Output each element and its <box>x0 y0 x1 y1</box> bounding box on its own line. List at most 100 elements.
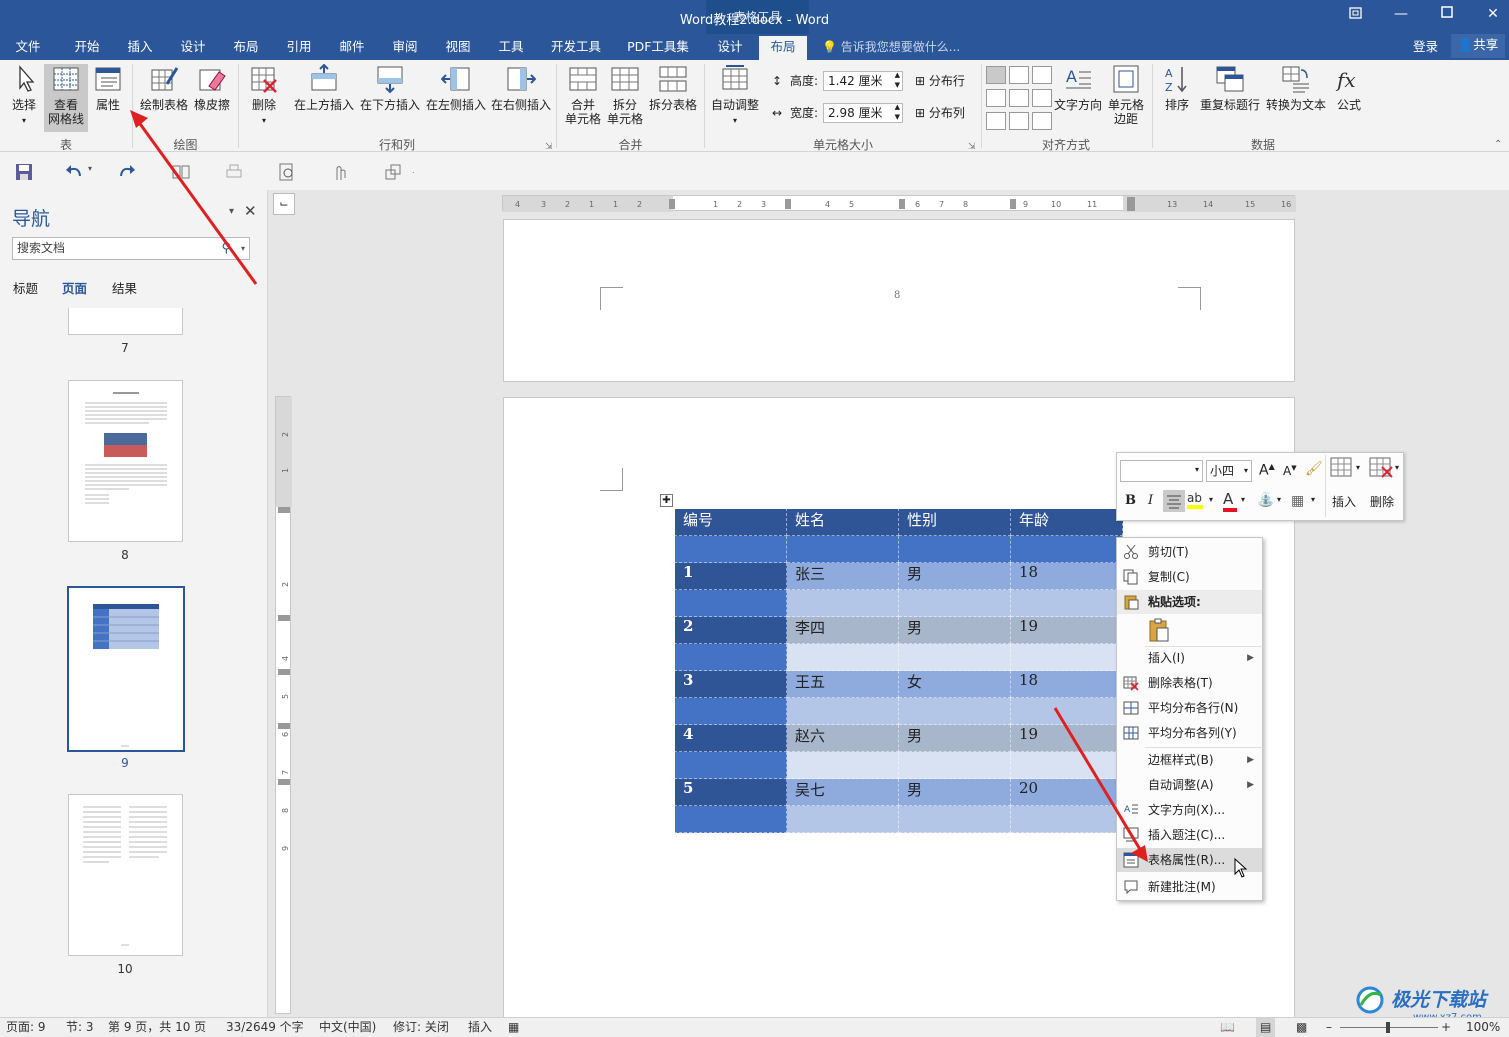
table-header-cell[interactable]: 姓名 <box>786 508 899 536</box>
tab-home[interactable]: 开始 <box>66 36 108 60</box>
macro-icon[interactable]: ▦ <box>508 1018 519 1037</box>
table-cell[interactable]: 19 <box>1010 724 1123 752</box>
distribute-cols-button[interactable]: ⊞ 分布列 <box>915 104 965 122</box>
borders-icon[interactable]: ▦ <box>1291 493 1304 509</box>
status-page[interactable]: 页面: 9 <box>6 1018 46 1037</box>
mini-delete-label[interactable]: 删除 <box>1365 493 1399 510</box>
nav-tab-results[interactable]: 结果 <box>112 278 137 297</box>
repeat-header-button[interactable]: 重复标题行 <box>1198 64 1262 112</box>
redo-icon[interactable] <box>117 162 137 182</box>
align-middle-right-icon[interactable] <box>1032 89 1052 107</box>
status-page-of[interactable]: 第 9 页，共 10 页 <box>108 1018 206 1037</box>
customize-icon[interactable] <box>383 162 403 182</box>
table-cell[interactable]: 4 <box>674 724 787 752</box>
zoom-slider-thumb[interactable] <box>1386 1022 1390 1033</box>
search-dropdown-icon[interactable]: ▾ <box>241 238 245 259</box>
read-mode-icon[interactable]: 📖 <box>1220 1018 1235 1037</box>
align-middle-left-icon[interactable] <box>986 89 1006 107</box>
menu-item-distribute-rows[interactable]: 平均分布各行(N) <box>1117 696 1262 720</box>
search-icon[interactable]: ⚲ <box>221 238 231 259</box>
qat-more-icon[interactable]: ․ <box>412 166 415 175</box>
formula-button[interactable]: fx 公式 <box>1332 64 1366 112</box>
tab-view[interactable]: 视图 <box>438 36 478 60</box>
restore-icon[interactable] <box>1341 6 1371 28</box>
tab-pdf-tools[interactable]: PDF工具集 <box>622 36 694 60</box>
table-header-cell[interactable]: 性别 <box>898 508 1011 536</box>
mini-insert-label[interactable]: 插入 <box>1327 493 1361 510</box>
table-cell[interactable] <box>674 535 787 563</box>
table-cell[interactable] <box>1010 805 1123 833</box>
menu-item-new-comment[interactable]: 新建批注(M) <box>1117 875 1262 899</box>
page-8[interactable]: 8 <box>503 219 1295 382</box>
nav-tab-pages[interactable]: 页面 <box>62 278 87 297</box>
tab-design[interactable]: 设计 <box>173 36 213 60</box>
layout-icon[interactable] <box>171 162 191 182</box>
table-cell[interactable] <box>898 805 1011 833</box>
print-icon[interactable] <box>224 162 244 182</box>
web-layout-icon[interactable]: ▩ <box>1296 1018 1307 1037</box>
share-button[interactable]: 👤共享 <box>1451 34 1505 58</box>
document-table[interactable]: 编号 姓名 性别 年龄 1 张三 男 18 2 李四 男 19 3 王五 女 1… <box>674 508 1123 833</box>
table-cell[interactable] <box>1010 535 1123 563</box>
insert-right-button[interactable]: 在右侧插入 <box>489 64 553 112</box>
table-cell[interactable]: 男 <box>898 778 1011 806</box>
status-language[interactable]: 中文(中国) <box>319 1018 376 1037</box>
menu-item-autofit[interactable]: 自动调整(A) ▶ <box>1117 773 1262 797</box>
table-cell[interactable]: 2 <box>674 616 787 644</box>
undo-icon[interactable] <box>64 162 84 182</box>
align-bottom-right-icon[interactable] <box>1032 112 1052 130</box>
table-cell[interactable] <box>898 535 1011 563</box>
width-input[interactable]: 2.98 厘米 ▲ ▼ <box>823 103 903 123</box>
distribute-rows-button[interactable]: ⊞ 分布行 <box>915 72 965 90</box>
close-icon[interactable]: ✕ <box>1478 6 1508 28</box>
shading-icon[interactable]: ⛲ <box>1257 492 1274 508</box>
menu-item-text-direction[interactable]: A 文字方向(X)... <box>1117 798 1262 822</box>
chevron-down-icon[interactable]: ▾ <box>1311 495 1315 504</box>
insert-above-button[interactable]: 在上方插入 <box>292 64 356 112</box>
table-cell[interactable] <box>1010 589 1123 617</box>
table-move-handle-icon[interactable]: ✚ <box>660 494 673 507</box>
tab-file[interactable]: 文件 <box>8 36 48 60</box>
align-top-center-icon[interactable] <box>1009 66 1029 84</box>
tell-me-box[interactable]: 💡 告诉我您想要做什么... <box>822 36 960 58</box>
table-cell[interactable] <box>898 697 1011 725</box>
table-header-cell[interactable]: 编号 <box>674 508 787 536</box>
nav-close-icon[interactable]: ✕ <box>244 202 257 220</box>
table-cell[interactable] <box>786 751 899 779</box>
table-cell[interactable] <box>786 697 899 725</box>
table-cell[interactable]: 5 <box>674 778 787 806</box>
table-cell[interactable]: 男 <box>898 562 1011 590</box>
table-cell[interactable]: 1 <box>674 562 787 590</box>
status-word-count[interactable]: 33/2649 个字 <box>226 1018 304 1037</box>
status-section[interactable]: 节: 3 <box>66 1018 94 1037</box>
menu-item-copy[interactable]: 复制(C) <box>1117 565 1262 589</box>
minimize-icon[interactable]: — <box>1386 6 1416 28</box>
grow-font-icon[interactable]: A▲ <box>1259 462 1275 479</box>
menu-item-border-styles[interactable]: 边框样式(B) ▶ <box>1117 748 1262 772</box>
table-cell[interactable] <box>1010 751 1123 779</box>
table-cell[interactable] <box>674 805 787 833</box>
page-thumbnail-9[interactable] <box>67 586 185 752</box>
font-color-icon[interactable]: A <box>1223 490 1237 512</box>
table-cell[interactable] <box>674 697 787 725</box>
table-cell[interactable] <box>786 535 899 563</box>
menu-item-insert-caption[interactable]: 插入题注(C)... <box>1117 823 1262 847</box>
nav-search-input[interactable]: 搜索文档 ⚲ ▾ <box>12 237 250 260</box>
align-top-left-icon[interactable] <box>986 66 1006 84</box>
align-bottom-center-icon[interactable] <box>1009 112 1029 130</box>
table-cell[interactable] <box>674 751 787 779</box>
table-cell[interactable]: 男 <box>898 616 1011 644</box>
table-cell[interactable]: 男 <box>898 724 1011 752</box>
touch-mode-icon[interactable] <box>330 162 350 182</box>
tab-mailings[interactable]: 邮件 <box>332 36 372 60</box>
page-thumbnail-8[interactable] <box>68 380 183 542</box>
table-cell[interactable]: 18 <box>1010 562 1123 590</box>
status-track-changes[interactable]: 修订: 关闭 <box>393 1018 449 1037</box>
merge-cells-button[interactable]: 合并 单元格 <box>562 64 604 126</box>
paste-keep-formatting-icon[interactable] <box>1147 617 1171 643</box>
table-cell[interactable] <box>674 589 787 617</box>
tab-developer[interactable]: 开发工具 <box>545 36 607 60</box>
properties-button[interactable]: 属性 <box>90 64 126 112</box>
cell-margins-button[interactable]: 单元格 边距 <box>1104 64 1148 126</box>
align-bottom-left-icon[interactable] <box>986 112 1006 130</box>
